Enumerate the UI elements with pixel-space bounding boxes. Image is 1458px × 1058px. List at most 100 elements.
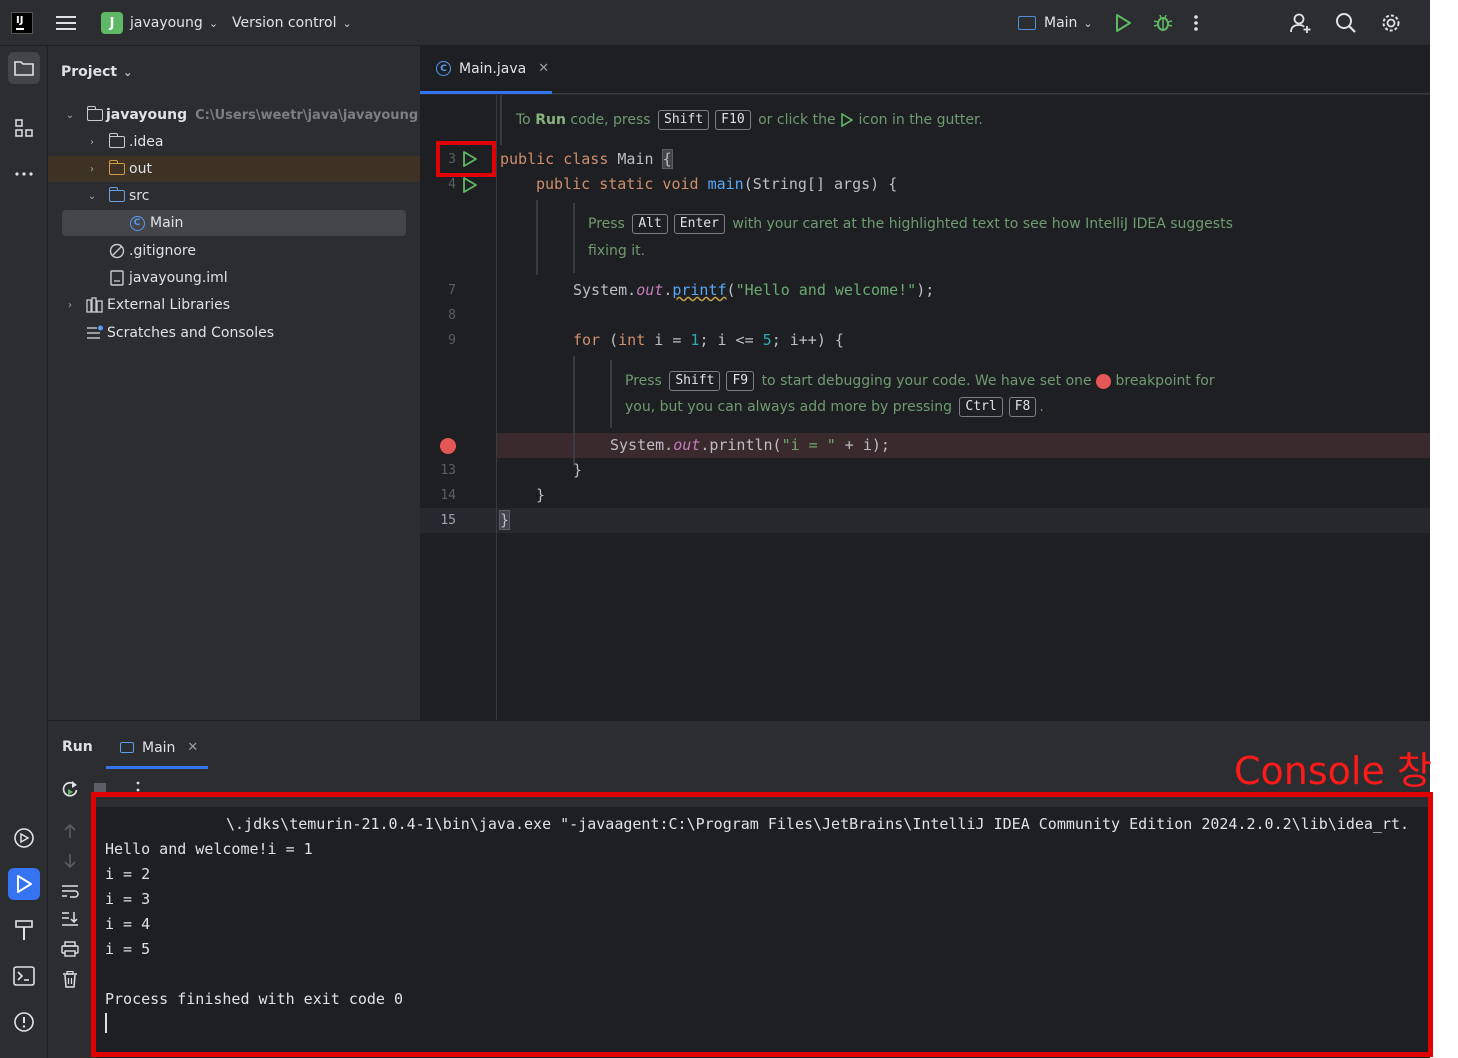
tree-item-root[interactable]: ⌄ javayoung C:\Users\weetr\java\javayoung [62, 102, 418, 128]
line-number: 9 [448, 333, 456, 348]
project-tool-button[interactable] [8, 52, 40, 84]
bug-icon [1153, 14, 1173, 31]
services-tool-button[interactable] [8, 822, 40, 854]
ctrl-key-badge: Ctrl [959, 397, 1003, 417]
tree-item-idea[interactable]: › .idea [62, 129, 406, 155]
structure-icon [15, 119, 33, 137]
run-tab-main[interactable]: Main ✕ [106, 729, 208, 769]
more-actions-button[interactable] [1193, 9, 1199, 37]
tree-item-main[interactable]: C Main [62, 210, 406, 236]
console-caption: Console 창 [1234, 749, 1432, 793]
horizontal-dots-icon [15, 172, 33, 176]
tree-item-scratches[interactable]: Scratches and Consoles [62, 320, 406, 346]
arrow-down-icon [64, 854, 76, 869]
doc-hint-run: To Run code, press Shift F10 or click the… [516, 110, 983, 130]
soft-wrap-icon [62, 885, 79, 898]
line-number: 8 [448, 308, 456, 323]
problems-tool-button[interactable] [8, 1006, 40, 1038]
f10-key-badge: F10 [715, 110, 751, 130]
chevron-right-icon: › [90, 136, 94, 148]
code-line-12: System.out.println("i = " + i); [610, 436, 890, 454]
tree-item-gitignore[interactable]: .gitignore [62, 238, 406, 264]
soft-wrap-button[interactable] [60, 881, 80, 901]
gear-icon [1382, 14, 1400, 32]
chevron-down-icon: ⌄ [65, 109, 75, 121]
tree-item-label: Scratches and Consoles [107, 325, 274, 341]
tab-main-java[interactable]: C Main.java ✕ [420, 46, 552, 94]
run-icon [841, 113, 854, 127]
breakpoint-icon[interactable] [440, 438, 456, 454]
search-icon [1336, 13, 1356, 33]
doc-hint-alt-enter-line2: fixing it. [588, 243, 646, 259]
project-panel-title[interactable]: Project ⌄ [61, 64, 132, 80]
doc-comment-bar [610, 360, 612, 428]
close-icon[interactable]: ✕ [538, 61, 549, 76]
settings-button[interactable] [1380, 9, 1402, 37]
clear-console-button[interactable] [60, 969, 80, 989]
console-highlight-box [91, 792, 1433, 1057]
add-user-icon [1290, 13, 1311, 33]
intellij-logo-icon[interactable]: IJ [11, 12, 33, 34]
title-bar: IJ J javayoung ⌄ Version control ⌄ Main … [0, 0, 1430, 46]
tree-item-label: .idea [129, 134, 164, 150]
tree-item-iml[interactable]: javayoung.iml [62, 265, 406, 291]
run-button[interactable] [1113, 9, 1133, 37]
project-name: javayoung [130, 15, 203, 31]
build-tool-button[interactable] [8, 914, 40, 946]
code-with-me-button[interactable] [1289, 9, 1313, 37]
module-folder-icon [86, 106, 104, 123]
terminal-tool-button[interactable] [8, 960, 40, 992]
terminal-icon [13, 966, 35, 986]
version-control-label: Version control [232, 15, 337, 31]
tree-item-label: src [129, 188, 150, 204]
indent-guide [573, 356, 575, 466]
tab-label: Main.java [459, 60, 527, 77]
enter-key-badge: Enter [673, 214, 725, 234]
run-configuration-label: Main [1044, 15, 1078, 31]
project-selector[interactable]: J javayoung ⌄ [101, 9, 218, 37]
folder-icon [14, 61, 34, 76]
folder-icon [108, 133, 126, 150]
ignored-file-icon [108, 243, 126, 259]
tree-item-label: out [129, 161, 152, 177]
gutter-run-highlight-box [436, 141, 496, 177]
left-tool-strip [0, 46, 48, 1058]
source-folder-icon [108, 187, 126, 204]
library-icon [86, 297, 104, 313]
debug-button[interactable] [1152, 9, 1174, 37]
scroll-to-end-button[interactable] [60, 909, 80, 929]
tree-item-src[interactable]: ⌄ src [62, 183, 406, 209]
code-line-9: for (int i = 1; i <= 5; i++) { [573, 331, 844, 349]
tree-item-out[interactable]: › out [48, 156, 420, 182]
structure-tool-button[interactable] [8, 112, 40, 144]
scroll-up-button[interactable] [60, 821, 80, 841]
print-button[interactable] [60, 939, 80, 959]
arrow-up-icon [64, 823, 76, 838]
rerun-button[interactable] [60, 779, 80, 799]
gutter-run-icon[interactable] [462, 177, 478, 193]
excluded-folder-icon [108, 160, 126, 177]
scroll-down-button[interactable] [60, 851, 80, 871]
close-icon[interactable]: ✕ [187, 740, 198, 755]
run-configuration-selector[interactable]: Main ⌄ [1018, 9, 1093, 37]
f8-key-badge: F8 [1008, 397, 1037, 417]
java-class-icon: C [128, 215, 146, 231]
tree-item-label: .gitignore [129, 243, 196, 259]
rerun-icon [62, 781, 78, 797]
scroll-to-end-icon [62, 912, 78, 926]
run-window-title: Run [62, 739, 93, 755]
run-tool-button[interactable] [8, 868, 40, 900]
tree-item-external-libraries[interactable]: › External Libraries [62, 292, 406, 318]
search-everywhere-button[interactable] [1335, 9, 1357, 37]
shift-key-badge: Shift [658, 110, 710, 130]
root-path: C:\Users\weetr\java\javayoung [195, 108, 419, 123]
code-line-13: } [573, 461, 583, 479]
version-control-menu[interactable]: Version control ⌄ [232, 9, 352, 37]
breakpoint-icon [1096, 373, 1112, 389]
main-menu-button[interactable] [56, 9, 80, 37]
vertical-dots-icon [1194, 15, 1198, 31]
doc-hint-alt-enter: Press Alt Enter with your caret at the hi… [588, 214, 1233, 234]
code-editor[interactable]: To Run code, press Shift F10 or click the… [420, 95, 1430, 720]
more-tool-windows-button[interactable] [8, 158, 40, 190]
run-tab-label: Main [142, 739, 176, 756]
